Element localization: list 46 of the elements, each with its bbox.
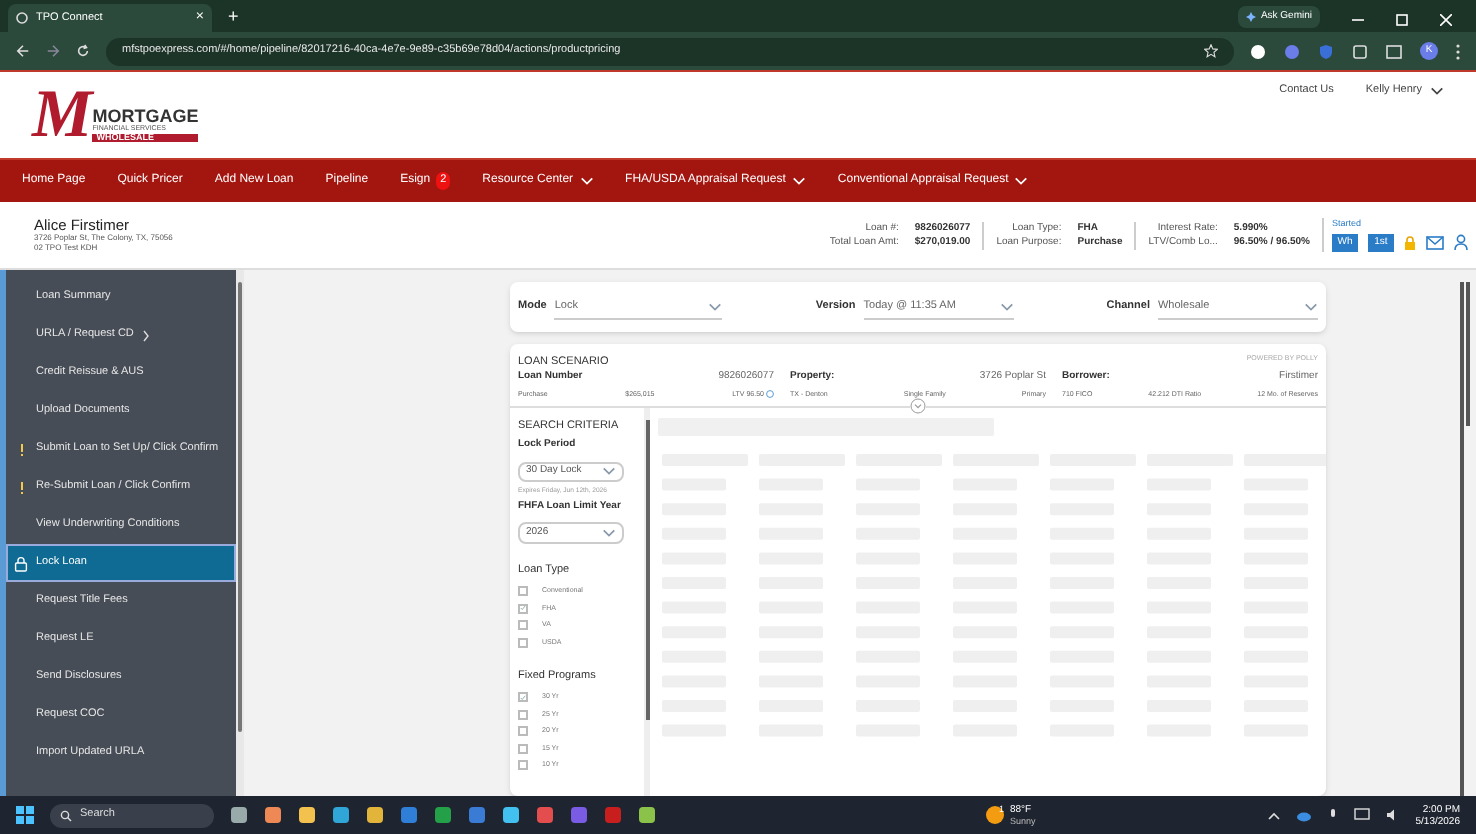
extension-icon[interactable] xyxy=(1250,43,1266,59)
scrollbar[interactable] xyxy=(236,270,244,796)
scrollbar[interactable] xyxy=(1459,282,1463,796)
lock-icon xyxy=(14,555,28,571)
chevron-up-icon[interactable] xyxy=(1267,811,1280,819)
forward-icon[interactable] xyxy=(46,44,60,58)
minimize-icon[interactable] xyxy=(1352,14,1364,26)
chevron-down-icon xyxy=(579,176,594,186)
checkbox[interactable] xyxy=(518,620,528,631)
new-tab-button[interactable]: + xyxy=(228,3,239,30)
search-icon xyxy=(60,809,72,821)
puzzle-icon[interactable] xyxy=(1352,43,1368,59)
chevron-down-icon xyxy=(1430,85,1444,96)
restore-icon[interactable] xyxy=(1396,14,1408,26)
checkbox[interactable] xyxy=(518,586,528,597)
checkbox[interactable] xyxy=(518,692,528,703)
chevron-down-icon xyxy=(602,466,616,477)
chevron-down-icon xyxy=(1303,301,1318,311)
mail-icon[interactable] xyxy=(1426,235,1444,250)
checkbox[interactable] xyxy=(518,637,528,648)
user-icon[interactable] xyxy=(1454,234,1468,251)
chevron-down-icon xyxy=(602,528,616,539)
chevron-down-icon xyxy=(791,176,806,186)
checkbox[interactable] xyxy=(518,709,528,720)
side-panel-icon[interactable] xyxy=(1386,43,1402,59)
monitor-icon[interactable] xyxy=(1353,808,1370,822)
checkbox[interactable] xyxy=(518,603,528,614)
checkbox[interactable] xyxy=(518,760,528,771)
chevron-down-icon xyxy=(708,301,723,311)
back-icon[interactable] xyxy=(16,44,30,58)
checkbox[interactable] xyxy=(518,743,528,754)
star-icon[interactable] xyxy=(1204,44,1218,58)
sparkle-icon xyxy=(1246,12,1257,22)
microphone-icon[interactable] xyxy=(1327,808,1338,822)
scrollbar[interactable] xyxy=(1465,282,1469,426)
scrollbar[interactable] xyxy=(644,408,650,796)
reload-icon[interactable] xyxy=(76,44,90,58)
chevron-down-icon xyxy=(999,301,1014,311)
speaker-icon[interactable] xyxy=(1385,808,1400,822)
globe-icon xyxy=(16,12,28,24)
checkbox[interactable] xyxy=(518,726,528,737)
chevron-right-icon xyxy=(141,329,150,341)
cloud-icon[interactable] xyxy=(1295,809,1312,821)
chevron-down-icon xyxy=(1014,176,1029,186)
windows-icon[interactable] xyxy=(16,806,34,824)
close-icon[interactable] xyxy=(1440,14,1452,26)
